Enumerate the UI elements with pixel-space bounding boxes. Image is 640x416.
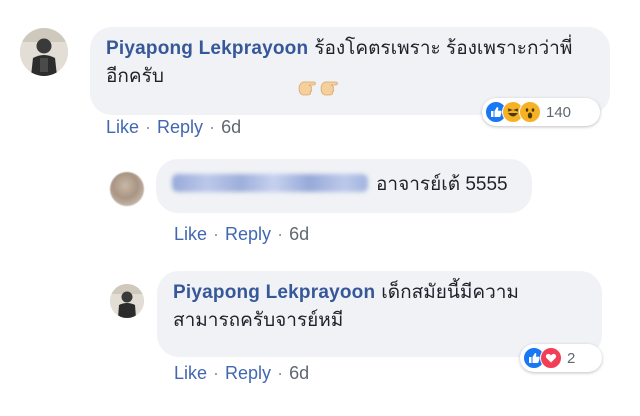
- reply-actions: Like · Reply · 6d: [174, 224, 309, 245]
- comment-actions: Like · Reply · 6d: [106, 117, 241, 138]
- separator-dot: ·: [277, 363, 284, 383]
- comment-thread: Piyapong Lekprayoon ร้องโคตรเพราะ ร้องเพร…: [0, 0, 640, 416]
- reply-bubble: อาจารย์เต้ 5555: [156, 159, 532, 213]
- separator-dot: ·: [277, 224, 284, 244]
- reply-link[interactable]: Reply: [225, 224, 271, 244]
- separator-dot: ·: [213, 363, 220, 383]
- love-icon: [540, 347, 562, 369]
- reply-link[interactable]: Reply: [157, 117, 203, 137]
- reaction-count: 2: [567, 349, 576, 367]
- timestamp[interactable]: 6d: [289, 224, 309, 244]
- reply-text: อาจารย์เต้ 5555: [376, 174, 508, 195]
- separator-dot: ·: [209, 117, 216, 137]
- separator-dot: ·: [213, 224, 220, 244]
- reaction-summary[interactable]: 2: [520, 344, 602, 372]
- like-link[interactable]: Like: [106, 117, 139, 137]
- point-emoji-icon: [297, 76, 341, 100]
- separator-dot: ·: [145, 117, 152, 137]
- avatar[interactable]: [110, 172, 144, 206]
- reaction-count: 140: [546, 103, 572, 121]
- reaction-summary[interactable]: 140: [482, 98, 600, 126]
- reply-link[interactable]: Reply: [225, 363, 271, 383]
- timestamp[interactable]: 6d: [221, 117, 241, 137]
- like-link[interactable]: Like: [174, 224, 207, 244]
- comment-author[interactable]: Piyapong Lekprayoon: [106, 38, 308, 59]
- avatar[interactable]: [20, 28, 68, 76]
- profile-photo-icon: [110, 284, 144, 318]
- timestamp[interactable]: 6d: [289, 363, 309, 383]
- reply-actions: Like · Reply · 6d: [174, 363, 309, 384]
- wow-icon: [519, 101, 541, 123]
- avatar[interactable]: [110, 284, 144, 318]
- profile-photo-icon: [20, 28, 68, 76]
- like-link[interactable]: Like: [174, 363, 207, 383]
- reply-author-obscured[interactable]: [172, 174, 368, 192]
- reply-author[interactable]: Piyapong Lekprayoon: [173, 282, 375, 303]
